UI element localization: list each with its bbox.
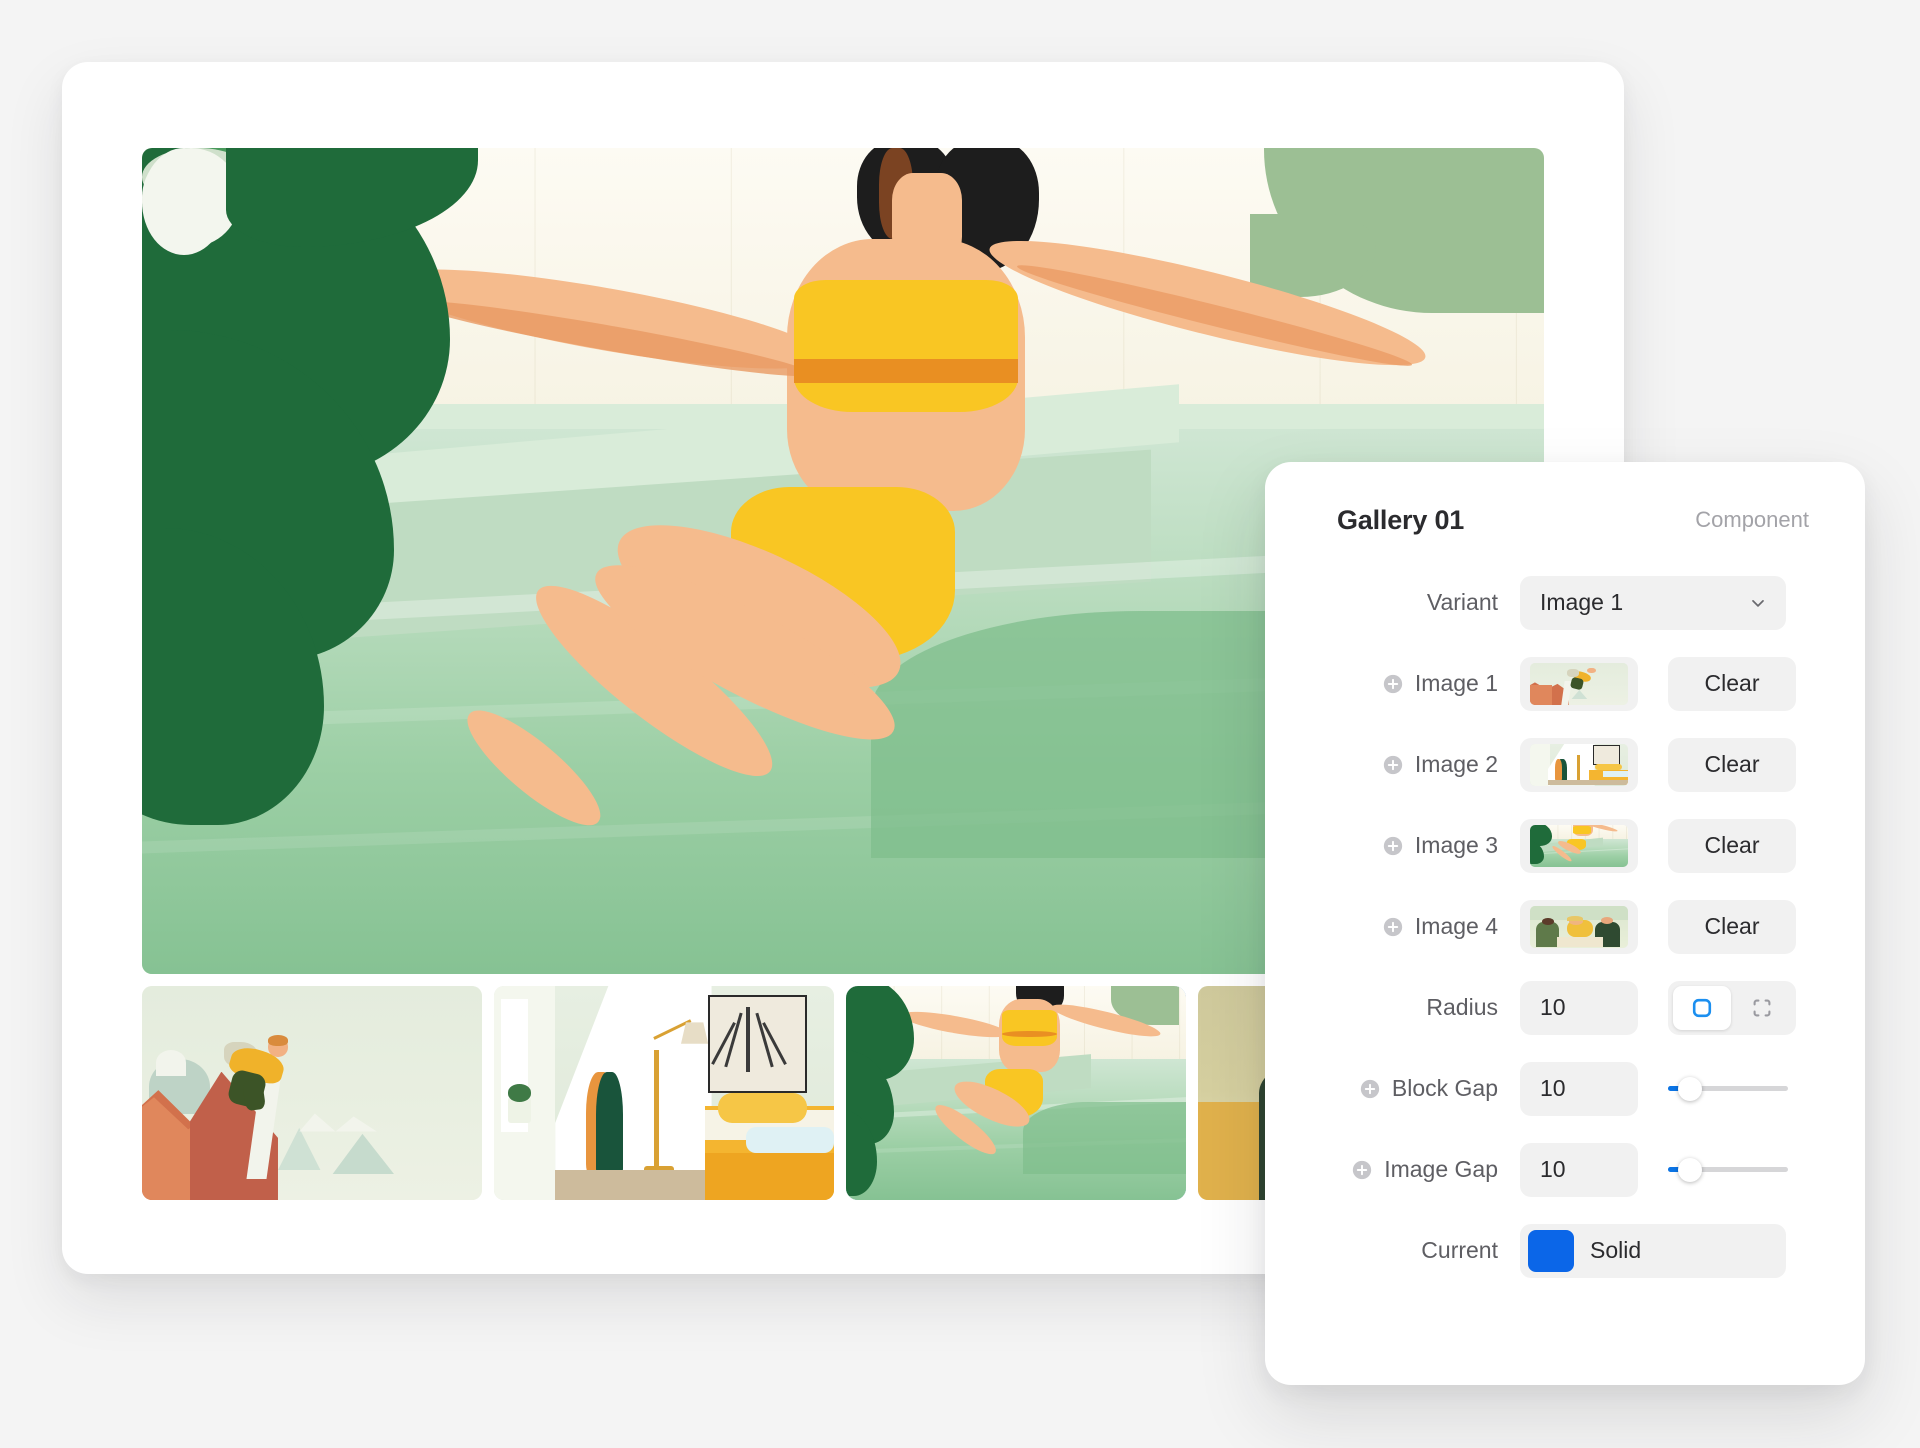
panel-kind-label: Component [1695,507,1809,532]
image2-thumbnail [1530,743,1628,786]
row-block-gap: Block Gap 10 [1265,1048,1865,1129]
image4-control: Clear [1520,899,1809,954]
variant-label: Variant [1426,589,1498,615]
image-gap-label: Image Gap [1384,1156,1498,1182]
variant-control: Image 1 [1520,575,1809,630]
current-label: Current [1421,1237,1498,1263]
thumb-pool-art [846,986,1186,1200]
block-gap-label: Block Gap [1391,1075,1498,1101]
block-gap-slider[interactable] [1668,1069,1788,1109]
row-image-3: Image 3 Clear [1265,805,1865,886]
image2-label-group: Image 2 [1305,751,1520,778]
block-gap-control: 10 [1520,1061,1809,1116]
image-gap-control: 10 [1520,1142,1809,1197]
image1-control: Clear [1520,656,1809,711]
figure-top-band [793,358,1019,384]
component-inspector-panel: Gallery 01 Component Variant Image 1 Ima… [1265,462,1865,1385]
image2-thumbnail-field[interactable] [1520,737,1638,792]
row-variant: Variant Image 1 [1265,562,1865,643]
block-gap-slider-thumb[interactable] [1678,1076,1702,1101]
plus-circle-icon[interactable] [1382,754,1404,776]
thumbnail-item-2[interactable] [494,986,834,1200]
radius-mode-toggle [1668,980,1796,1035]
panel-header: Gallery 01 Component [1337,500,1809,540]
image4-thumbnail [1530,905,1628,948]
image-gap-input[interactable]: 10 [1520,1142,1638,1197]
row-current: Current Solid [1265,1210,1865,1291]
image4-label-group: Image 4 [1305,913,1520,940]
image2-label: Image 2 [1414,751,1498,777]
image1-thumbnail-field[interactable] [1520,656,1638,711]
current-label-group: Current [1305,1237,1520,1264]
figure-top [793,280,1019,413]
radius-input[interactable]: 10 [1520,980,1638,1035]
image-gap-slider[interactable] [1668,1150,1788,1190]
panel-title: Gallery 01 [1337,504,1465,535]
current-color-field[interactable]: Solid [1520,1223,1786,1278]
plus-circle-icon[interactable] [1382,835,1404,857]
thumbnail-artwork-climber [142,986,482,1200]
radius-label: Radius [1426,994,1498,1020]
image4-thumbnail-field[interactable] [1520,899,1638,954]
thumbnail-item-3[interactable] [846,986,1186,1200]
current-control: Solid [1520,1223,1809,1278]
property-rows: Variant Image 1 Image 1 Clear Image 2 Cl… [1265,562,1865,1291]
plus-circle-icon[interactable] [1359,1078,1381,1100]
thumbnail-artwork-pool [846,986,1186,1200]
radius-label-group: Radius [1305,994,1520,1021]
image-gap-slider-thumb[interactable] [1678,1157,1702,1182]
thumbnail-item-1[interactable] [142,986,482,1200]
radius-mode-crop-button[interactable] [1733,986,1791,1030]
variant-select-value: Image 1 [1540,589,1624,615]
image3-thumbnail [1530,824,1628,867]
color-mode-label: Solid [1590,1237,1642,1263]
image3-control: Clear [1520,818,1809,873]
plus-circle-icon[interactable] [1382,673,1404,695]
image3-label-group: Image 3 [1305,832,1520,859]
row-image-4: Image 4 Clear [1265,886,1865,967]
row-radius: Radius 10 [1265,967,1865,1048]
image3-label: Image 3 [1414,832,1498,858]
plus-circle-icon[interactable] [1351,1159,1373,1181]
image1-thumbnail [1530,662,1628,705]
block-gap-label-group: Block Gap [1305,1075,1520,1102]
image3-clear-button[interactable]: Clear [1668,818,1796,873]
rounded-square-icon [1692,998,1712,1017]
thumbnail-artwork-bedroom [494,986,834,1200]
row-image-2: Image 2 Clear [1265,724,1865,805]
image2-clear-button[interactable]: Clear [1668,737,1796,792]
image-gap-label-group: Image Gap [1305,1156,1520,1183]
image3-thumbnail-field[interactable] [1520,818,1638,873]
row-image-gap: Image Gap 10 [1265,1129,1865,1210]
image1-label: Image 1 [1414,670,1498,696]
image1-clear-button[interactable]: Clear [1668,656,1796,711]
plus-circle-icon[interactable] [1382,916,1404,938]
radius-mode-rounded-button[interactable] [1673,985,1731,1030]
image4-clear-button[interactable]: Clear [1668,899,1796,954]
color-swatch[interactable] [1528,1229,1574,1272]
chevron-down-icon [1752,599,1764,607]
image1-label-group: Image 1 [1305,670,1520,697]
monstera-notch-3 [142,148,227,256]
variant-label-group: Variant [1305,589,1520,616]
row-image-1: Image 1 Clear [1265,643,1865,724]
image4-label: Image 4 [1414,913,1498,939]
crop-corners-icon [1753,999,1771,1016]
variant-select[interactable]: Image 1 [1520,575,1786,630]
radius-control: 10 [1520,980,1809,1035]
image2-control: Clear [1520,737,1809,792]
block-gap-input[interactable]: 10 [1520,1061,1638,1116]
